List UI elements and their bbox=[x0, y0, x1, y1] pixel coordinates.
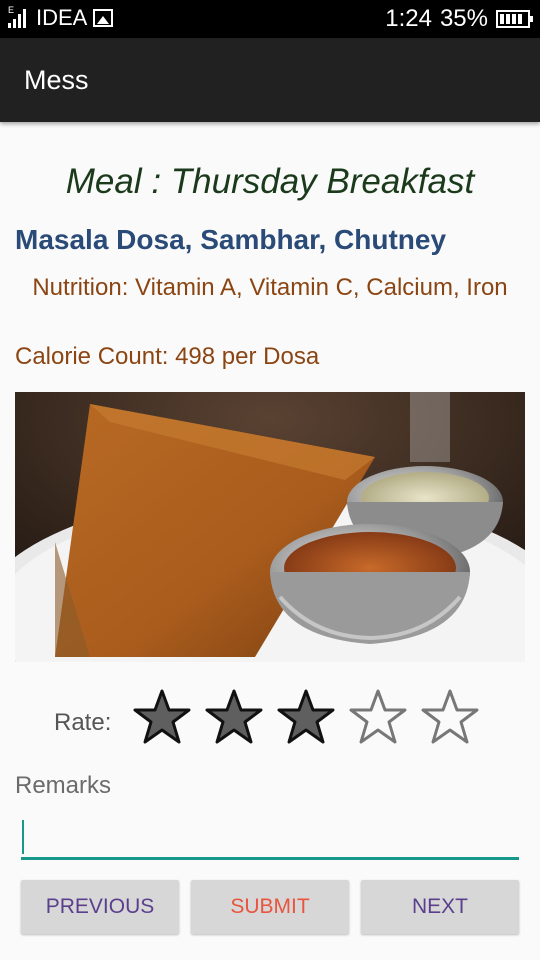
dishes-text: Masala Dosa, Sambhar, Chutney bbox=[15, 224, 447, 255]
star-empty-icon[interactable] bbox=[420, 688, 480, 748]
previous-button[interactable]: PREVIOUS bbox=[21, 880, 179, 934]
clock: 1:24 bbox=[385, 5, 432, 32]
app-title: Mess bbox=[24, 65, 89, 95]
status-bar: E IDEA 1:24 35% bbox=[0, 0, 540, 38]
app-bar: Mess bbox=[0, 38, 540, 122]
star-empty-icon[interactable] bbox=[348, 688, 408, 748]
food-photo-image bbox=[15, 392, 525, 662]
battery-percent: 35% bbox=[439, 5, 488, 32]
rate-label: Rate: bbox=[54, 709, 112, 736]
remarks-label: Remarks bbox=[15, 772, 112, 799]
star-filled-icon[interactable] bbox=[276, 688, 336, 748]
nutrition-text: Nutrition: Vitamin A, Vitamin C, Calcium… bbox=[32, 274, 508, 301]
food-photo bbox=[15, 392, 525, 662]
star-filled-icon[interactable] bbox=[132, 688, 192, 748]
status-left: E IDEA bbox=[8, 5, 114, 30]
battery-icon bbox=[496, 10, 533, 28]
status-right: 1:24 35% bbox=[385, 5, 533, 32]
star-filled-icon[interactable] bbox=[204, 688, 264, 748]
network-type: E bbox=[8, 5, 15, 15]
signal-icon: E bbox=[8, 6, 30, 30]
carrier-name: IDEA bbox=[36, 5, 88, 30]
next-button[interactable]: NEXT bbox=[361, 880, 519, 934]
remarks-input[interactable] bbox=[21, 816, 519, 860]
calorie-count: Calorie Count: 498 per Dosa bbox=[15, 343, 320, 370]
submit-button[interactable]: SUBMIT bbox=[191, 880, 349, 934]
gallery-icon bbox=[93, 9, 114, 27]
text-cursor bbox=[22, 820, 24, 854]
meal-title: Meal : Thursday Breakfast bbox=[65, 162, 475, 201]
